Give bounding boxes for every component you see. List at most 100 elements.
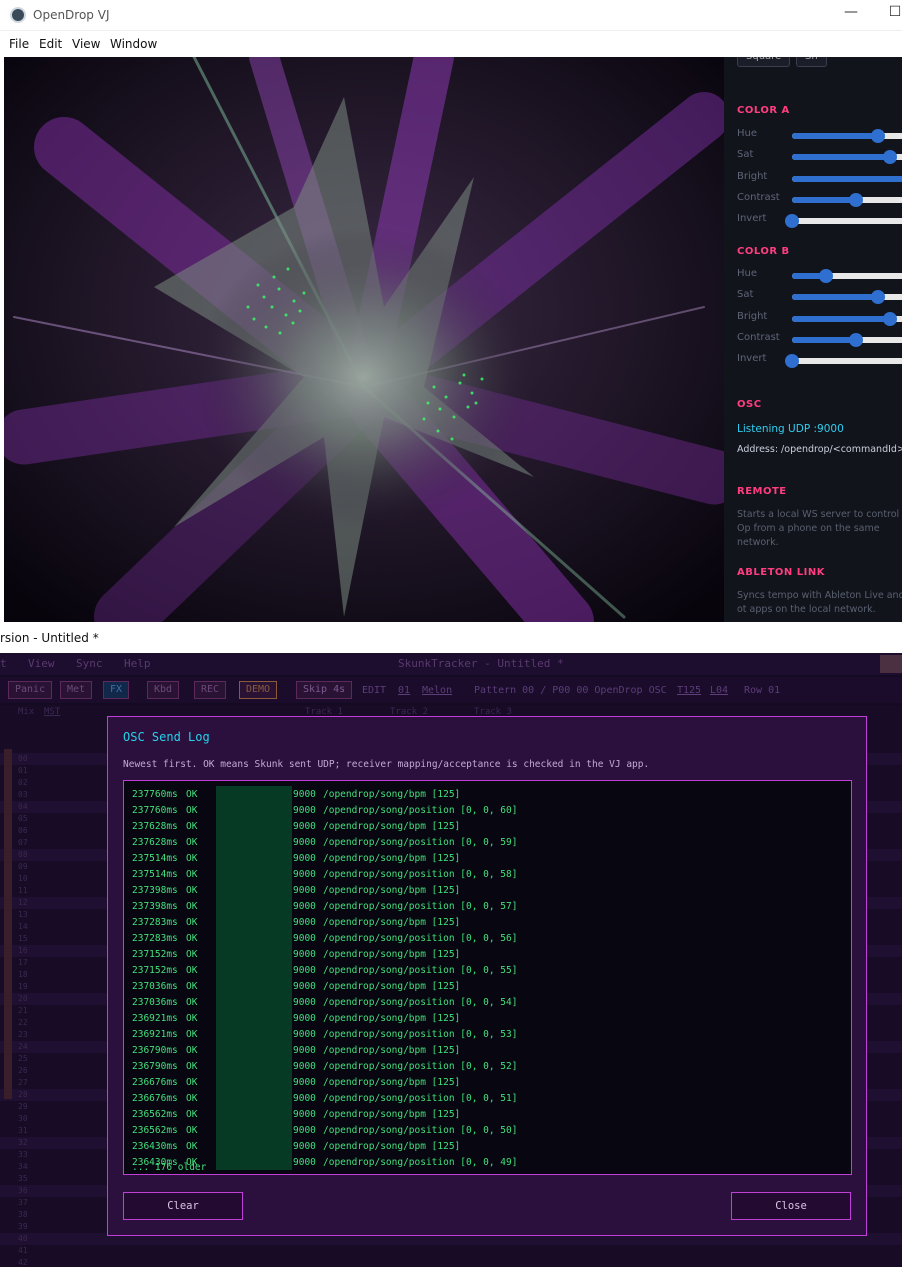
- log-timestamp: 237514ms: [132, 869, 178, 880]
- log-entry: 236790ms OK 9000/opendrop/song/position [0…: [132, 1058, 832, 1074]
- log-timestamp: 237514ms: [132, 853, 178, 864]
- row-number: 34: [18, 1162, 28, 1171]
- redacted-host: [216, 882, 292, 898]
- slider-sat[interactable]: [792, 290, 902, 305]
- slider-sat[interactable]: [792, 150, 902, 165]
- redacted-host: [216, 786, 292, 802]
- slider-knob[interactable]: [818, 269, 833, 283]
- row-number: 31: [18, 1126, 28, 1135]
- skunktracker-titlebar: rsion - Untitled *: [0, 622, 902, 653]
- log-port: 9000: [293, 981, 316, 992]
- log-message: /opendrop/song/position [0, 0, 49]: [323, 1157, 518, 1168]
- slider-fill: [792, 336, 856, 343]
- close-button[interactable]: Close: [731, 1192, 851, 1220]
- slider-knob[interactable]: [883, 311, 898, 326]
- row-number: 00: [18, 754, 28, 763]
- log-entry: 237760ms OK 9000/opendrop/song/bpm [125]: [132, 786, 832, 802]
- slider-contrast[interactable]: [792, 332, 902, 347]
- row-number: 12: [18, 898, 28, 907]
- slider-invert[interactable]: [785, 354, 902, 369]
- slider-hue[interactable]: [792, 129, 902, 143]
- pattern-row[interactable]: 41: [0, 1245, 902, 1257]
- pattern-row[interactable]: 42: [0, 1257, 902, 1267]
- row-number: 28: [18, 1090, 28, 1099]
- log-port: 9000: [293, 821, 316, 832]
- log-entry: 237514ms OK 9000/opendrop/song/bpm [125]: [132, 850, 832, 866]
- redacted-host: [216, 994, 292, 1010]
- log-timestamp: 236562ms: [132, 1109, 178, 1120]
- osc-address: Address: /opendrop/<commandId> f: [737, 444, 902, 455]
- menu-sync[interactable]: Sync: [76, 657, 103, 670]
- keyboard-button[interactable]: Kbd: [147, 681, 180, 699]
- redacted-host: [216, 1154, 292, 1170]
- metronome-button[interactable]: Met: [60, 681, 93, 699]
- slider-hue[interactable]: [792, 269, 902, 283]
- record-button[interactable]: REC: [194, 681, 227, 699]
- menu-view[interactable]: View: [72, 37, 100, 51]
- log-status: OK: [186, 1013, 198, 1024]
- row-number: 04: [18, 802, 28, 811]
- log-entry: 237152ms OK 9000/opendrop/song/position [0…: [132, 962, 832, 978]
- log-message: /opendrop/song/bpm [125]: [323, 917, 461, 928]
- log-entry: 237036ms OK 9000/opendrop/song/position [0…: [132, 994, 832, 1010]
- menu-view[interactable]: View: [28, 657, 55, 670]
- slider-knob[interactable]: [848, 192, 863, 207]
- loop-value[interactable]: L04: [710, 685, 728, 696]
- fx-button[interactable]: FX: [103, 681, 130, 699]
- menu-file[interactable]: File: [9, 37, 29, 51]
- shape-button[interactable]: Sh: [796, 57, 827, 67]
- slider-knob[interactable]: [785, 354, 799, 369]
- color-a-heading: COLOR A: [737, 105, 790, 116]
- log-timestamp: 236790ms: [132, 1045, 178, 1056]
- log-port: 9000: [293, 837, 316, 848]
- row-number: 17: [18, 958, 28, 967]
- slider-knob[interactable]: [871, 129, 886, 143]
- log-port: 9000: [293, 1029, 316, 1040]
- redacted-host: [216, 978, 292, 994]
- tempo-value[interactable]: T125: [677, 685, 701, 696]
- menu-help[interactable]: Help: [124, 657, 151, 670]
- remote-description: Starts a local WS server to control Op f…: [737, 509, 900, 548]
- mode-value[interactable]: Melon: [422, 685, 452, 696]
- slider-invert[interactable]: [785, 214, 902, 229]
- row-number: 24: [18, 1042, 28, 1051]
- slider-knob[interactable]: [785, 214, 799, 229]
- slider-knob[interactable]: [871, 290, 886, 305]
- osc-log-list[interactable]: 237760ms OK 9000/opendrop/song/bpm [125] 23…: [123, 780, 852, 1175]
- skip-button[interactable]: Skip 4s: [296, 681, 353, 699]
- minimize-icon[interactable]: —: [841, 4, 861, 20]
- redacted-host: [216, 930, 292, 946]
- octave-value[interactable]: 01: [398, 685, 410, 696]
- log-entry: 236562ms OK 9000/opendrop/song/position [0…: [132, 1122, 832, 1138]
- log-timestamp: 237152ms: [132, 949, 178, 960]
- slider-knob[interactable]: [848, 332, 863, 347]
- menu-edit[interactable]: Edit: [39, 37, 62, 51]
- log-entry: 236921ms OK 9000/opendrop/song/position [0…: [132, 1026, 832, 1042]
- vj-menubar: File Edit View Window: [0, 31, 902, 57]
- maximize-icon[interactable]: ☐: [885, 4, 902, 20]
- row-number: 41: [18, 1246, 28, 1255]
- menu-window[interactable]: Window: [110, 37, 157, 51]
- panic-button[interactable]: Panic: [8, 681, 53, 699]
- mst-label[interactable]: MST: [44, 707, 60, 717]
- demo-button[interactable]: DEMO: [239, 681, 278, 699]
- slider-bright[interactable]: [792, 175, 902, 182]
- menu-edit-partial[interactable]: t: [0, 657, 7, 670]
- clear-button[interactable]: Clear: [123, 1192, 243, 1220]
- slider-knob[interactable]: [883, 150, 898, 165]
- log-status: OK: [186, 1109, 198, 1120]
- slider-fill: [792, 133, 879, 139]
- slider-bright[interactable]: [792, 311, 902, 326]
- slider-label: Invert: [737, 213, 767, 225]
- log-message: /opendrop/song/bpm [125]: [323, 949, 461, 960]
- skunktracker-window: t View Sync Help SkunkTracker - Untitled…: [0, 653, 902, 1267]
- slider-label: Bright: [737, 310, 768, 322]
- square-button[interactable]: Square: [737, 57, 791, 67]
- visualizer-canvas[interactable]: [4, 57, 724, 622]
- slider-contrast[interactable]: [792, 192, 902, 207]
- log-timestamp: 236430ms: [132, 1141, 178, 1152]
- log-status: OK: [186, 837, 198, 848]
- slider-fill: [792, 196, 856, 203]
- log-status: OK: [186, 997, 198, 1008]
- sk-toolbar: Panic Met FX Kbd REC DEMO Skip 4s EDIT 0…: [0, 677, 902, 703]
